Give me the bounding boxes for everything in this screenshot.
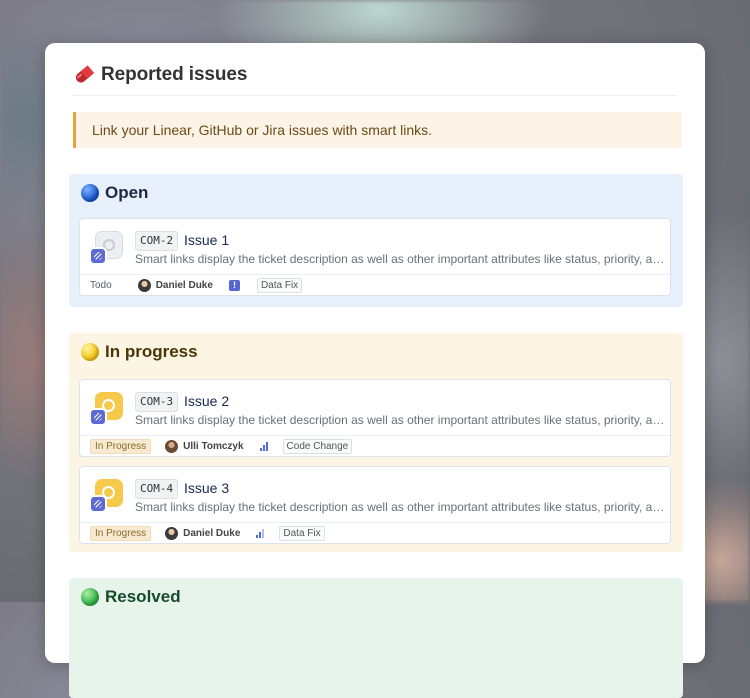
- assignee-name: Daniel Duke: [183, 527, 241, 539]
- section-heading: In progress: [81, 342, 198, 362]
- info-callout: Link your Linear, GitHub or Jira issues …: [73, 112, 682, 148]
- issue-card-com-4[interactable]: COM-4 Issue 3 Smart links display the ti…: [79, 466, 671, 544]
- section-title: Resolved: [105, 587, 181, 606]
- status-badge: In Progress: [90, 438, 152, 454]
- issue-card-body: COM-2 Issue 1 Smart links display the ti…: [80, 219, 670, 275]
- avatar: [165, 439, 179, 453]
- page-header: Reported issues: [73, 63, 247, 87]
- issue-key: COM-4: [135, 479, 179, 499]
- issue-meta: Todo Daniel Duke ! Data Fix: [90, 277, 303, 293]
- linear-logo-icon: [89, 247, 107, 265]
- issue-card-body: COM-3 Issue 2 Smart links display the ti…: [80, 380, 670, 436]
- avatar: [165, 526, 179, 540]
- section-in-progress: In progress COM-3 Issue 2 Smart links di…: [69, 333, 683, 552]
- label-tag: Code Change: [282, 438, 353, 454]
- divider: [73, 95, 677, 96]
- page-title: Reported issues: [101, 64, 248, 85]
- section-open: Open COM-2 Issue 1 Smart links display t…: [69, 174, 683, 307]
- blue-circle-icon: [81, 184, 99, 202]
- issue-card-com-3[interactable]: COM-3 Issue 2 Smart links display the ti…: [79, 379, 671, 457]
- section-title: Open: [105, 183, 149, 202]
- issue-title[interactable]: Issue 3: [184, 479, 229, 497]
- callout-text: Link your Linear, GitHub or Jira issues …: [92, 122, 433, 138]
- issue-description: Smart links display the ticket descripti…: [135, 500, 665, 514]
- green-circle-icon: [81, 588, 99, 606]
- linear-logo-icon: [89, 408, 107, 426]
- section-heading: Resolved: [81, 587, 181, 607]
- label-tag: Data Fix: [256, 277, 303, 293]
- issue-description: Smart links display the ticket descripti…: [135, 413, 665, 427]
- section-resolved: Resolved: [69, 578, 683, 698]
- urgent-priority-icon: !: [228, 279, 240, 291]
- document-card: Reported issues Link your Linear, GitHub…: [45, 43, 705, 698]
- section-title: In progress: [105, 342, 198, 361]
- issue-key: COM-3: [135, 392, 179, 412]
- avatar: [137, 278, 151, 292]
- assignee-name: Daniel Duke: [155, 279, 213, 291]
- issue-meta: In Progress Ulli Tomczyk Code Change: [90, 438, 353, 454]
- high-priority-icon: [259, 441, 269, 451]
- medium-priority-icon: [256, 528, 265, 538]
- issue-key: COM-2: [135, 231, 179, 251]
- status-text: Todo: [90, 279, 112, 291]
- label-tag: Data Fix: [279, 525, 325, 541]
- linear-logo-icon: [89, 495, 107, 513]
- section-heading: Open: [81, 183, 148, 203]
- issue-title[interactable]: Issue 2: [184, 392, 229, 410]
- issue-title[interactable]: Issue 1: [184, 231, 229, 249]
- issue-card-com-2[interactable]: COM-2 Issue 1 Smart links display the ti…: [79, 218, 671, 296]
- assignee-name: Ulli Tomczyk: [183, 440, 244, 452]
- yellow-circle-icon: [81, 343, 99, 361]
- issue-card-body: COM-4 Issue 3 Smart links display the ti…: [80, 467, 670, 523]
- status-badge: In Progress: [90, 525, 152, 541]
- issue-meta: In Progress Daniel Duke Data Fix: [90, 525, 325, 541]
- pill-icon: [75, 65, 95, 83]
- issue-description: Smart links display the ticket descripti…: [135, 252, 665, 266]
